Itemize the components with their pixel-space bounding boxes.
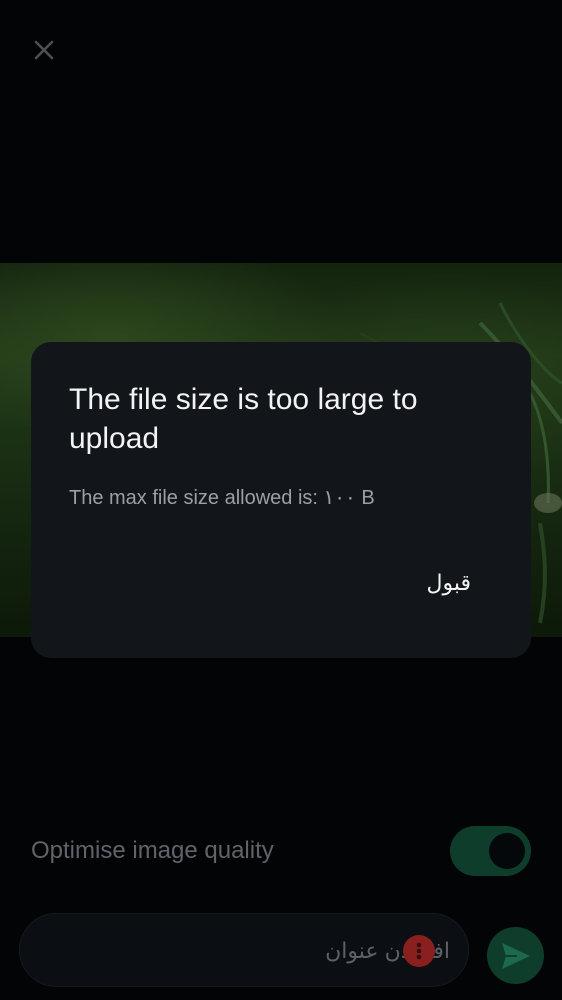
error-dialog: The file size is too large to upload The…: [31, 342, 531, 658]
dialog-title: The file size is too large to upload: [69, 383, 418, 455]
toggle-thumb: [489, 833, 525, 869]
accept-button[interactable]: قبول: [418, 564, 479, 602]
caption-input[interactable]: افزودن عنوان: [19, 913, 469, 987]
send-icon: [501, 942, 530, 969]
dialog-message: The max file size allowed is: ١٠٠ B: [69, 487, 375, 509]
error-icon: [403, 935, 435, 967]
optimise-quality-toggle[interactable]: [450, 826, 531, 876]
optimise-quality-label: Optimise image quality: [31, 837, 274, 864]
media-preview-screen: The file size is too large to upload The…: [0, 0, 562, 1000]
send-button[interactable]: [487, 927, 544, 984]
